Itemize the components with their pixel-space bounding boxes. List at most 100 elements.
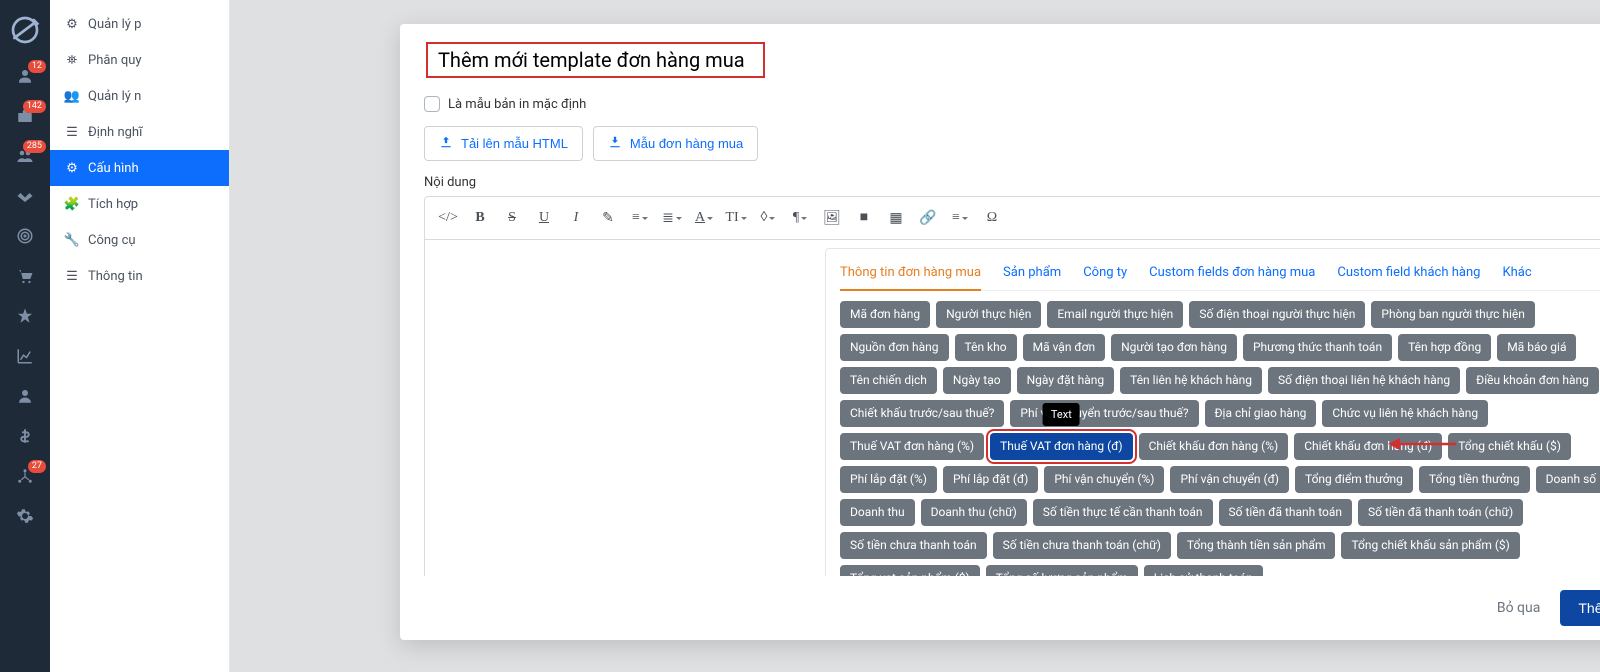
field-tag[interactable]: Số điện thoại người thực hiện [1189,301,1365,328]
sidemenu-item-5[interactable]: 🧩Tích hợp [50,186,229,222]
tb-brush-icon[interactable]: ✎ [593,203,623,233]
field-tag[interactable]: Chiết khấu đơn hàng (%) [1139,433,1289,460]
field-tag[interactable]: Chiết khấu đơn hàng (đ) [1294,433,1442,460]
tb-align-icon[interactable]: ≡ [945,203,975,233]
field-tag[interactable]: Doanh thu [840,499,915,526]
skip-button[interactable]: Bỏ qua [1497,600,1540,616]
field-tag[interactable]: Phí vận chuyển (%) [1044,466,1164,493]
field-tag[interactable]: Doanh thu (chữ) [921,499,1027,526]
field-tag[interactable]: Tổng tiền thưởng [1419,466,1530,493]
field-tag[interactable]: Thuế VAT đơn hàng (đ)Text [990,433,1132,460]
tb-omega-icon[interactable]: Ω [977,203,1007,233]
field-tag[interactable]: Tên kho [955,334,1017,361]
tb-paragraph-icon[interactable]: ¶ [785,203,815,233]
tb-bold-icon[interactable]: B [465,203,495,233]
field-tag[interactable]: Mã vận đơn [1023,334,1106,361]
field-tag[interactable]: Tên hợp đồng [1398,334,1491,361]
field-tag[interactable]: Nguồn đơn hàng [840,334,949,361]
field-tag[interactable]: Phí vận chuyển trước/sau thuế? [1010,400,1198,427]
checkbox-default-template[interactable] [424,96,440,112]
field-tag[interactable]: Tổng chiết khấu sản phẩm ($) [1341,532,1519,559]
sidemenu-item-3[interactable]: ☰Định nghĩ [50,114,229,150]
tb-italic-icon[interactable]: I [561,203,591,233]
tb-image-icon[interactable]: 🖼 [817,203,847,233]
tb-table-icon[interactable]: ▦ [881,203,911,233]
field-tab-4[interactable]: Custom field khách hàng [1337,259,1480,286]
nav-chart-icon[interactable] [0,336,50,376]
editor-canvas[interactable] [425,240,825,576]
field-tag[interactable]: Doanh số [1536,466,1600,493]
field-tag[interactable]: Số tiền chưa thanh toán (chữ) [993,532,1171,559]
field-tag[interactable]: Tổng điểm thưởng [1295,466,1413,493]
nav-briefcase-icon[interactable]: 142 [0,96,50,136]
sidemenu-item-1[interactable]: ⛯Phân quy [50,42,229,78]
field-tag[interactable]: Người thực hiện [936,301,1041,328]
editor-area: Thông tin đơn hàng mua Sản phẩm Công ty Cus… [424,240,1600,576]
field-tag[interactable]: Phòng ban người thực hiện [1371,301,1535,328]
tb-link-icon[interactable]: 🔗 [913,203,943,233]
field-tag[interactable]: Chức vụ liên hệ khách hàng [1322,400,1488,427]
field-tag[interactable]: Ngày đặt hàng [1017,367,1115,394]
field-tab-5[interactable]: Khác [1502,259,1531,286]
field-tag[interactable]: Ngày tạo [943,367,1011,394]
nav-settings-icon[interactable] [0,496,50,536]
field-tag[interactable]: Phí vận chuyển (đ) [1170,466,1289,493]
tb-strike-icon[interactable]: S [497,203,527,233]
field-tag[interactable]: Người tạo đơn hàng [1111,334,1237,361]
field-tag[interactable]: Phương thức thanh toán [1243,334,1392,361]
nav-dollar-icon[interactable] [0,416,50,456]
sidemenu-item-6[interactable]: 🔧Công cụ [50,222,229,258]
field-tag[interactable]: Số tiền đã thanh toán (chữ) [1358,499,1523,526]
nav-handshake-icon[interactable] [0,176,50,216]
field-tab-1[interactable]: Sản phẩm [1003,259,1061,286]
tb-fontcolor-icon[interactable]: A [689,203,719,233]
sample-template-button[interactable]: Mẫu đơn hàng mua [593,126,758,161]
field-tag[interactable]: Tổng chiết khấu ($) [1448,433,1571,460]
field-tag[interactable]: Mã đơn hàng [840,301,930,328]
field-tag[interactable]: Tổng thành tiền sản phẩm [1177,532,1336,559]
field-tag[interactable]: Thuế VAT đơn hàng (%) [840,433,984,460]
tb-fill-icon[interactable]: ◊ [753,203,783,233]
field-tag[interactable]: Email người thực hiện [1047,301,1183,328]
field-tag[interactable]: Số tiền đã thanh toán [1219,499,1353,526]
field-tag[interactable]: Chiết khấu trước/sau thuế? [840,400,1004,427]
tb-code-icon[interactable]: </> [433,203,463,233]
field-tag[interactable]: Tổng vat sản phẩm ($) [840,565,980,576]
upload-html-button[interactable]: Tải lên mẫu HTML [424,126,583,161]
field-tag[interactable]: Tên chiến dịch [840,367,937,394]
field-tag[interactable]: Địa chỉ giao hàng [1205,400,1317,427]
tb-video-icon[interactable]: ■ [849,203,879,233]
tb-ul-icon[interactable]: ≡ [625,203,655,233]
field-tag[interactable]: Tổng số lượng sản phẩm [986,565,1138,576]
sidemenu-item-4[interactable]: ⚙Cấu hình [50,150,229,186]
field-tab-3[interactable]: Custom fields đơn hàng mua [1149,259,1315,286]
tb-fontsize-icon[interactable]: TI [721,203,751,233]
nav-person-icon[interactable] [0,376,50,416]
sidemenu-item-0[interactable]: ⚙Quản lý p [50,6,229,42]
nav-star-icon[interactable] [0,296,50,336]
field-tab-0[interactable]: Thông tin đơn hàng mua [840,259,981,291]
field-tag[interactable]: Lịch sử thanh toán [1144,565,1263,576]
field-tab-2[interactable]: Công ty [1083,259,1127,286]
sidemenu-item-7[interactable]: ☰Thông tin [50,258,229,294]
field-tag[interactable]: Tên liên hệ khách hàng [1120,367,1262,394]
field-tag[interactable]: Phí lắp đặt (đ) [943,466,1038,493]
tb-ol-icon[interactable]: ≣ [657,203,687,233]
nav-network-icon[interactable]: 27 [0,456,50,496]
field-tag[interactable]: Số tiền chưa thanh toán [840,532,987,559]
nav-target-icon[interactable] [0,216,50,256]
tb-underline-icon[interactable]: U [529,203,559,233]
field-tag[interactable]: Phí lắp đặt (%) [840,466,937,493]
nav-cart-icon[interactable] [0,256,50,296]
field-tag[interactable]: Số tiền thực tế cần thanh toán [1033,499,1213,526]
nav-people-icon[interactable]: 285 [0,136,50,176]
default-template-row[interactable]: Là mẫu bản in mặc định [424,88,1600,126]
modal-body: Là mẫu bản in mặc định Tải lên mẫu HTML … [400,88,1600,576]
field-tag[interactable]: Số điện thoại liên hệ khách hàng [1268,367,1460,394]
field-tag[interactable]: Điều khoản đơn hàng [1466,367,1599,394]
nav-users-icon[interactable]: 12 [0,56,50,96]
sidemenu-item-2[interactable]: 👥Quản lý n [50,78,229,114]
field-tag[interactable]: Mã báo giá [1497,334,1576,361]
submit-button[interactable]: Thêm mới [1560,590,1600,626]
users-icon: 👥 [64,88,80,104]
